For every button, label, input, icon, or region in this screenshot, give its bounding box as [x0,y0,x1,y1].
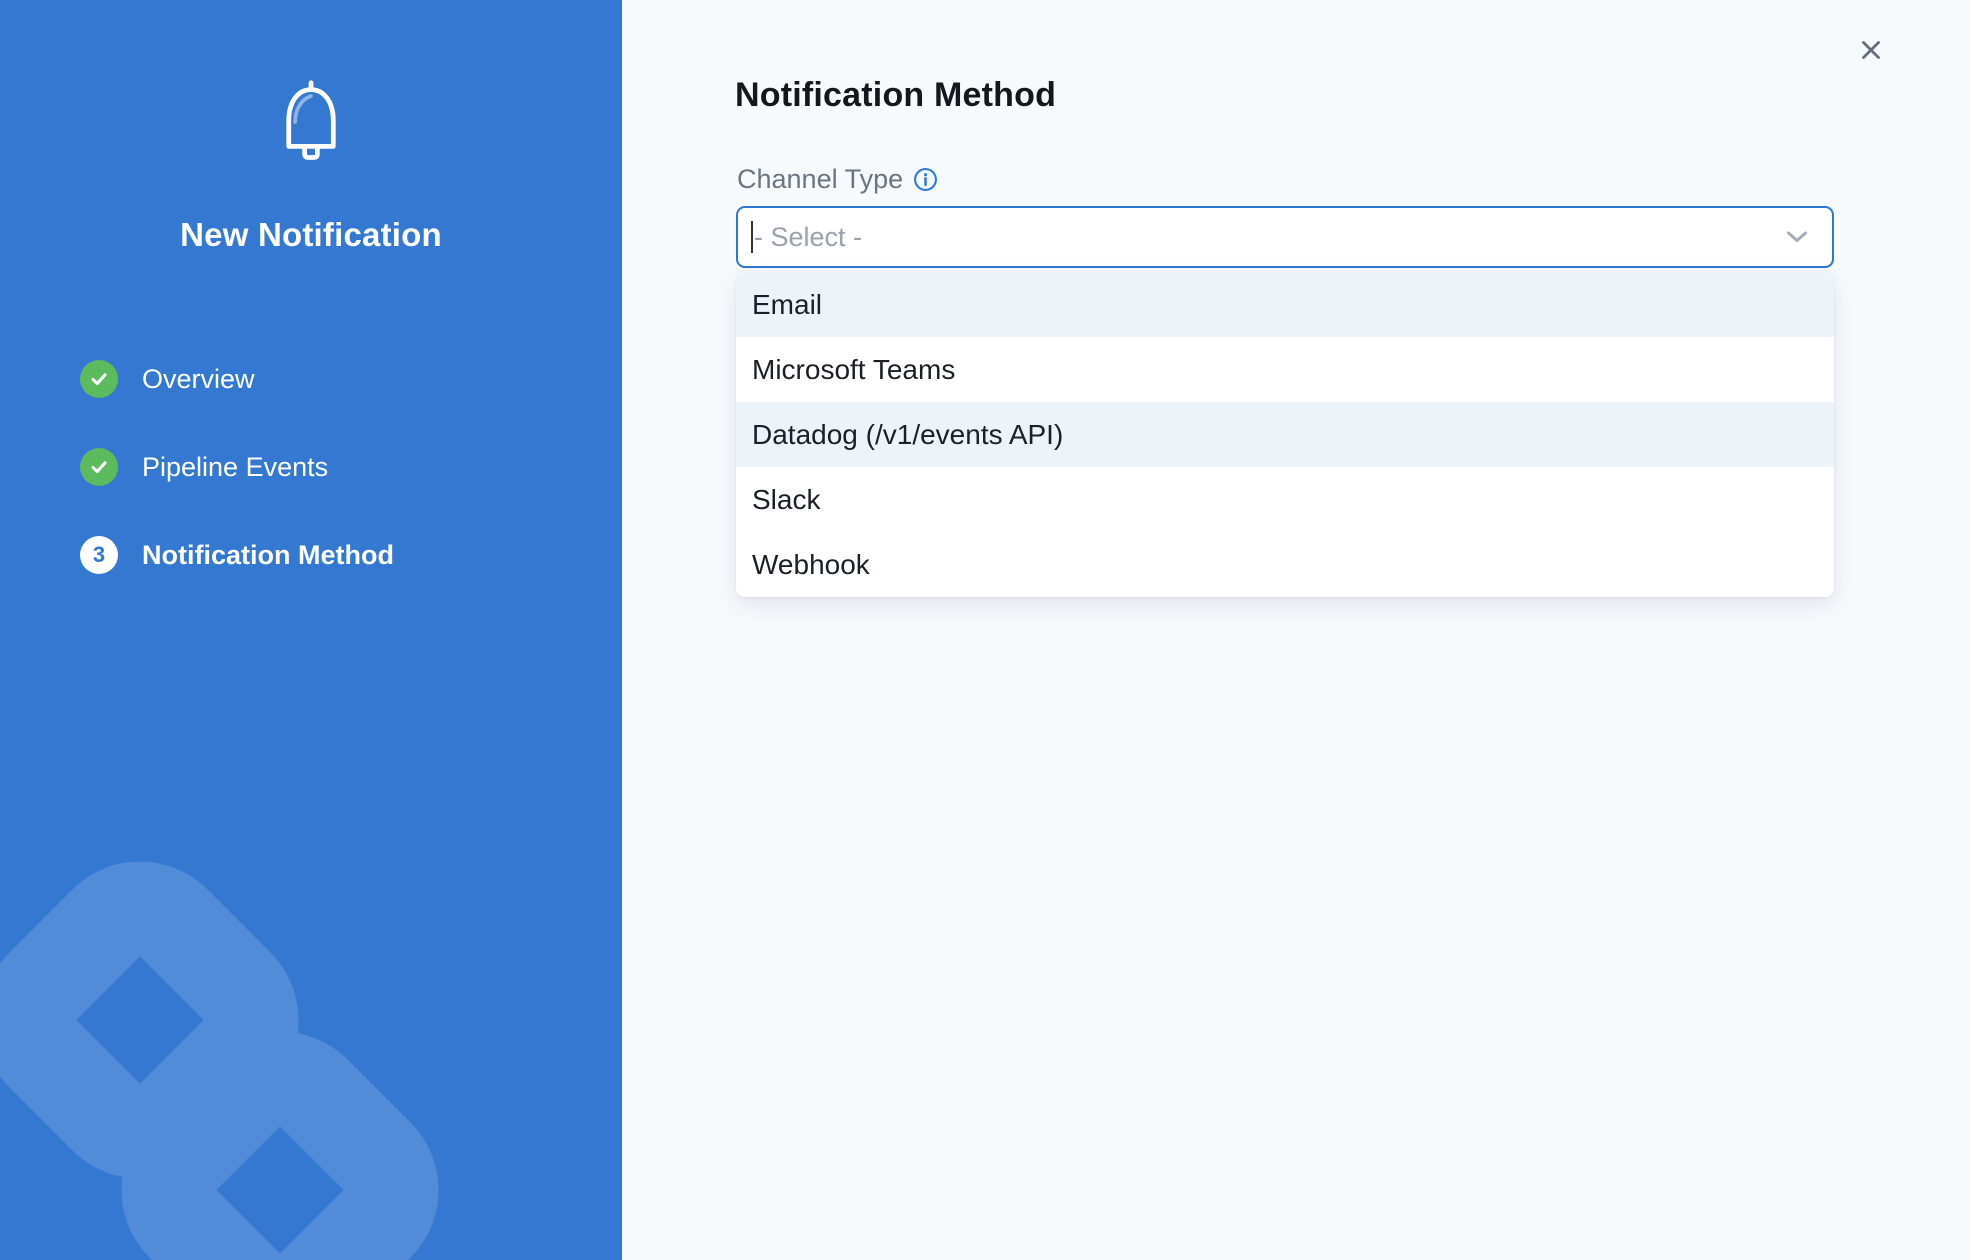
step-label: Pipeline Events [142,452,328,483]
step-label: Notification Method [142,540,394,571]
step-pipeline-events[interactable]: Pipeline Events [80,448,394,486]
info-icon[interactable] [913,167,938,192]
step-overview[interactable]: Overview [80,360,394,398]
chevron-down-icon [1786,231,1808,244]
close-icon [1859,38,1883,62]
logo-watermark [0,0,622,1260]
option-label: Webhook [752,549,870,581]
channel-type-select[interactable]: - Select - [736,206,1834,268]
option-label: Microsoft Teams [752,354,955,386]
channel-type-label: Channel Type [737,164,903,195]
step-label: Overview [142,364,255,395]
option-datadog[interactable]: Datadog (/v1/events API) [736,402,1834,467]
step-number-badge: 3 [80,536,118,574]
channel-type-label-row: Channel Type [737,164,938,195]
check-icon [88,456,110,478]
step-done-badge [80,448,118,486]
text-caret [751,221,753,253]
check-icon [88,368,110,390]
step-notification-method[interactable]: 3 Notification Method [80,536,394,574]
channel-type-dropdown: Email Microsoft Teams Datadog (/v1/event… [736,272,1834,597]
step-done-badge [80,360,118,398]
wizard-sidebar: New Notification Overview Pipeline Event… [0,0,622,1260]
option-webhook[interactable]: Webhook [736,532,1834,597]
wizard-title: New Notification [0,216,622,254]
option-label: Datadog (/v1/events API) [752,419,1063,451]
select-placeholder: - Select - [754,222,862,253]
option-slack[interactable]: Slack [736,467,1834,532]
wizard-steps: Overview Pipeline Events 3 Notification … [80,360,394,624]
notification-method-panel: Notification Method Channel Type - Selec… [622,0,1970,1260]
option-microsoft-teams[interactable]: Microsoft Teams [736,337,1834,402]
option-email[interactable]: Email [736,272,1834,337]
option-label: Slack [752,484,820,516]
page-title: Notification Method [735,76,1056,115]
bell-icon [276,80,346,164]
close-button[interactable] [1849,28,1893,72]
option-label: Email [752,289,822,321]
